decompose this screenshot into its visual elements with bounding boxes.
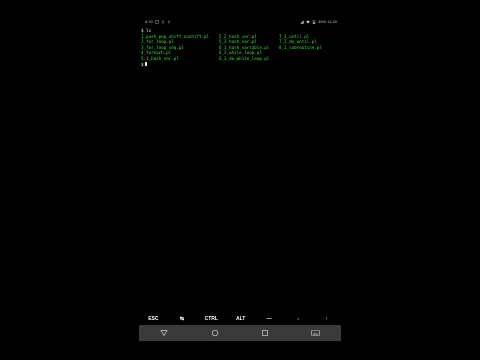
home-button[interactable] [210,328,220,338]
alt-key[interactable]: ALT [235,316,247,322]
prompt-symbol: $ [141,61,144,67]
down-arrow-key[interactable]: ↓ [292,316,304,322]
text-cursor [144,61,147,67]
status-left: 8:19 [145,19,171,24]
battery-icon [312,19,316,24]
recents-icon [262,330,269,336]
esc-key[interactable]: ESC [147,316,159,322]
status-right: 46% 11:30 [300,19,337,24]
prompt-line[interactable]: $ [141,61,339,68]
file-entry: 5_1_hash_var.pl [141,55,179,61]
recents-button[interactable] [260,328,270,338]
status-bar: 8:19 46% 11:30 [139,17,341,27]
usb-icon [167,19,170,24]
keyboard-button[interactable] [311,328,321,338]
phone-screen: 8:19 46% 11:30 $ ls 1_push_pop_shift_uns… [139,0,341,360]
back-button[interactable] [159,328,169,338]
android-nav-bar [139,325,341,341]
listing-column-3: 7_1_until.pl 7_2_do_until.pl 8_1_subrout… [279,34,322,51]
signal-icon [300,19,304,24]
wifi-small-icon [161,20,165,24]
home-icon [211,329,218,337]
ctrl-key[interactable]: CTRL [205,316,218,322]
back-icon [160,330,168,337]
file-entry: 7_2_do_until.pl [279,39,317,45]
tab-key[interactable]: ↹ [176,316,188,322]
file-entry: 8_1_subroutine.pl [279,44,322,50]
file-entry: 6_3_do_while_loop.pl [219,55,270,61]
status-battery-clock: 46% 11:30 [318,19,337,24]
file-listing: 1_push_pop_shift_unshift.pl 2_for_loop.p… [141,34,339,62]
status-time: 8:19 [145,19,153,24]
up-arrow-key[interactable]: ↑ [321,316,333,322]
sms-icon [154,19,159,23]
extra-keys-row: ESC ↹ CTRL ALT — ↓ ↑ [139,313,341,324]
listing-column-2: 5_2_hash_var.pl 5_3_hash_var.pl 6_1_hash… [219,34,269,62]
wifi-icon [306,20,310,24]
keyboard-icon [311,330,321,336]
terminal-output[interactable]: $ ls 1_push_pop_shift_unshift.pl 2_for_l… [141,28,339,67]
dash-key[interactable]: — [263,316,275,322]
listing-column-1: 1_push_pop_shift_unshift.pl 2_for_loop.p… [141,34,209,62]
